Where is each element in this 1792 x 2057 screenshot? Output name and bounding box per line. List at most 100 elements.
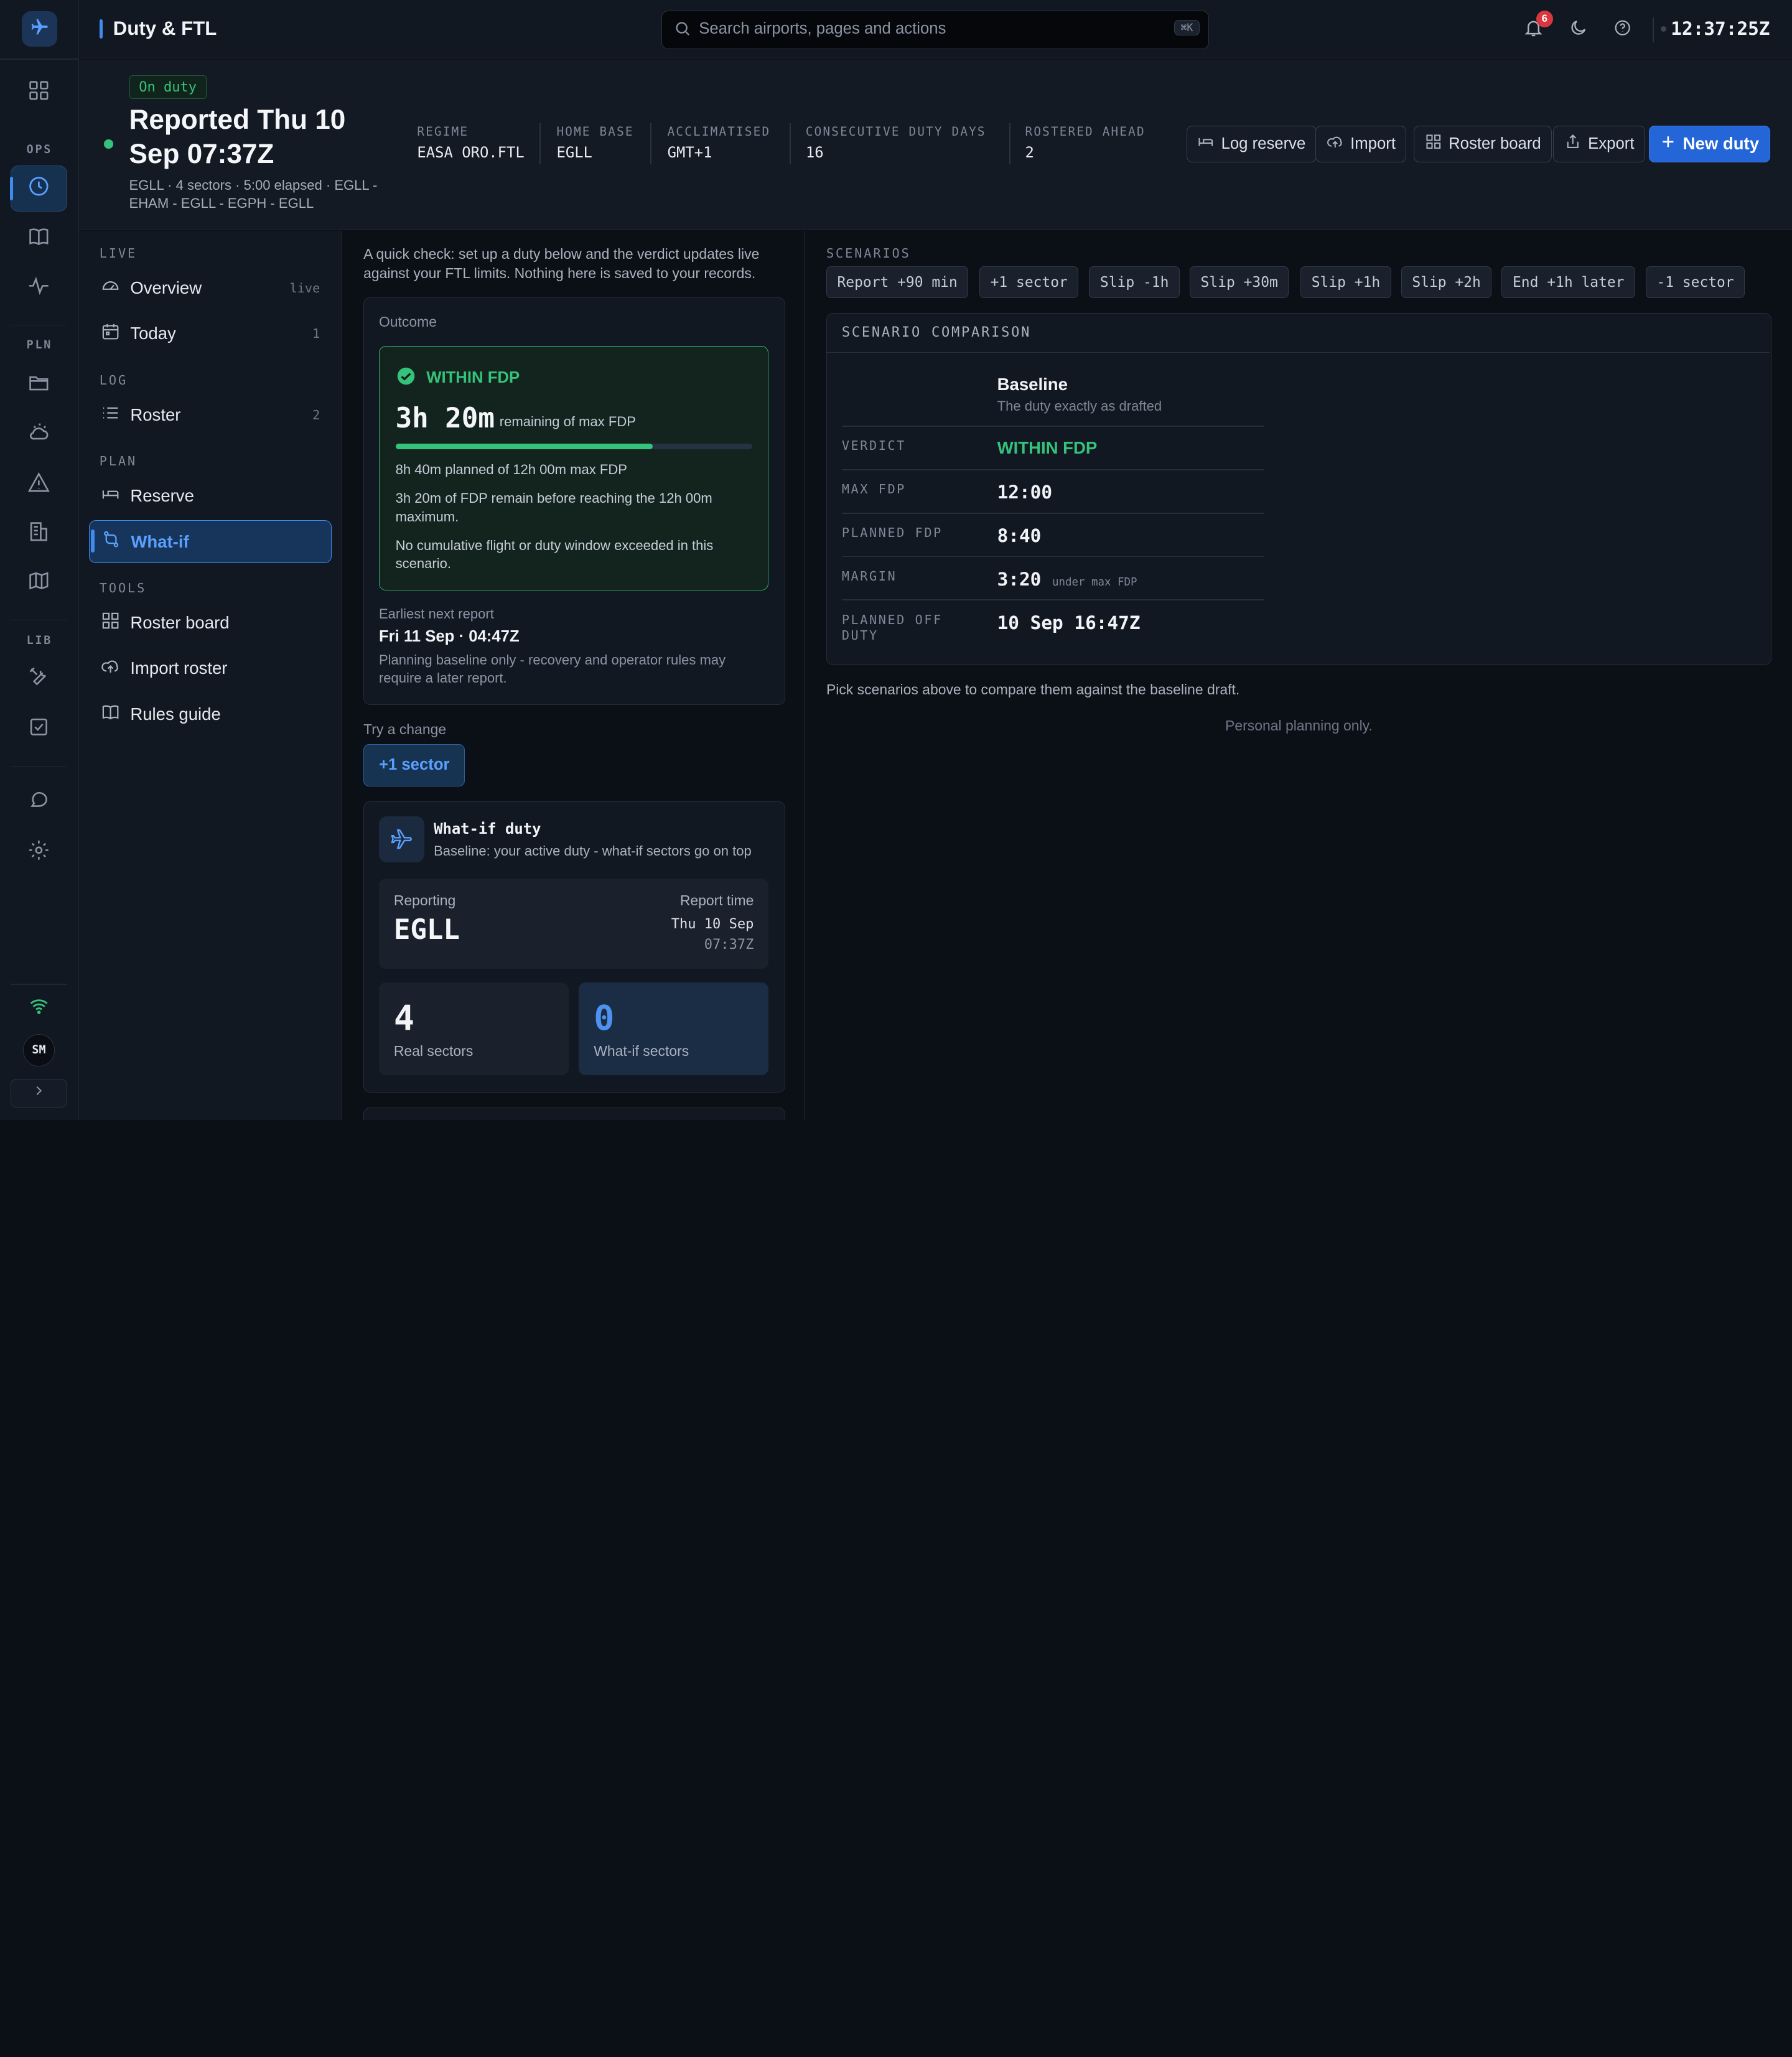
rail-tools[interactable]: [11, 656, 68, 701]
scenario-chip[interactable]: End +1h later: [1501, 266, 1636, 299]
stat-value: 2: [1025, 143, 1034, 161]
stat-home-base: HOME BASE EGLL: [556, 124, 633, 161]
map-icon: [27, 569, 50, 597]
scenario-chip[interactable]: Slip +30m: [1190, 266, 1289, 299]
duty-live-dot: [104, 139, 113, 149]
app-root: OPS PLN LIB SM Duty & FTL Search airport…: [0, 0, 1792, 1120]
rail-section-pln: PLN: [26, 338, 53, 352]
remaining-fdp: 3h 20m: [395, 402, 495, 434]
new-duty-label: New duty: [1682, 134, 1760, 154]
rail-files[interactable]: [11, 362, 68, 408]
fdp-progress-fill: [395, 443, 653, 449]
plane-icon: [30, 17, 49, 41]
rail-settings[interactable]: [11, 829, 68, 875]
help-icon: [1613, 19, 1631, 41]
sidebar-item-label: Overview: [130, 278, 202, 297]
sidebar-item-rules-guide[interactable]: Rules guide: [89, 693, 331, 736]
scenario-chip[interactable]: Slip -1h: [1089, 266, 1180, 299]
stat-label: CONSECUTIVE DUTY DAYS: [805, 124, 986, 139]
book-icon: [101, 702, 120, 726]
report-time-label: Report time: [679, 892, 754, 908]
app-logo[interactable]: [21, 11, 57, 47]
cloud-upload-icon: [101, 656, 120, 680]
page-title: Duty & FTL: [99, 17, 217, 40]
rail-operators[interactable]: [11, 511, 68, 556]
sidebar-item-roster[interactable]: Roster 2: [89, 393, 331, 437]
stat-acclimatised: ACCLIMATISED GMT+1: [668, 124, 771, 161]
sidebar-item-label: Today: [130, 324, 176, 343]
rail-weather[interactable]: [11, 411, 68, 457]
export-button[interactable]: Export: [1553, 126, 1645, 162]
try-change-label: Try a change: [363, 721, 447, 737]
search-box[interactable]: ⌘K: [661, 10, 1210, 49]
plus-icon: [1660, 134, 1676, 154]
sidebar-item-reserve[interactable]: Reserve: [89, 474, 331, 518]
row-label: VERDICT: [841, 438, 906, 454]
grid-icon: [101, 611, 120, 635]
rail-divider: [10, 324, 68, 326]
roster-board-button[interactable]: Roster board: [1414, 126, 1552, 162]
verdict-detail: No cumulative flight or duty window exce…: [395, 537, 714, 571]
stat-value: 16: [805, 143, 824, 161]
rail-checklists[interactable]: [11, 706, 68, 752]
row-label: PLANNED OFF DUTY: [841, 612, 943, 643]
real-sectors-count: 4: [393, 998, 414, 1038]
expand-sidebar-button[interactable]: [10, 1078, 68, 1108]
scenario-chip[interactable]: Report +90 min: [826, 266, 969, 299]
log-reserve-button[interactable]: Log reserve: [1186, 126, 1317, 162]
sidebar-item-today[interactable]: Today 1: [89, 312, 331, 355]
fdp-progress-bar: [395, 443, 752, 449]
sidebar-item-label: What-if: [131, 531, 189, 551]
moon-icon: [1569, 18, 1588, 42]
gear-icon: [27, 839, 50, 866]
help-button[interactable]: [1608, 15, 1638, 45]
sidebar-item-import-roster[interactable]: Import roster: [89, 647, 331, 691]
status-badge: On duty: [129, 75, 207, 100]
sidebar-item-what-if[interactable]: What-if: [89, 520, 332, 564]
scenario-chip[interactable]: Slip +2h: [1401, 266, 1492, 299]
stat-label: ACCLIMATISED: [667, 124, 771, 139]
add-sector-button[interactable]: +1 sector: [363, 744, 465, 786]
verdict-text: WITHIN FDP: [426, 369, 520, 387]
rail-chat[interactable]: [11, 780, 68, 825]
share-icon: [1564, 133, 1582, 155]
rail-divider: [0, 58, 79, 60]
icon-rail: OPS PLN LIB SM: [0, 0, 79, 1120]
rail-dashboard[interactable]: [11, 70, 68, 115]
next-report-note: Planning baseline only - recovery and op…: [378, 652, 726, 686]
stat-consecutive-duty-days: CONSECUTIVE DUTY DAYS 16: [806, 124, 986, 161]
import-label: Import: [1350, 134, 1396, 152]
tools-icon: [27, 665, 50, 693]
theme-toggle-button[interactable]: [1564, 15, 1594, 45]
scenario-chip[interactable]: -1 sector: [1645, 266, 1745, 299]
rail-logbook[interactable]: [11, 216, 68, 261]
import-button[interactable]: Import: [1315, 126, 1407, 162]
what-if-panel: A quick check: set up a duty below and t…: [343, 231, 805, 1120]
clock-dot: [1660, 26, 1666, 32]
planned-fdp-line: 8h 40m planned of 12h 00m max FDP: [395, 462, 627, 478]
row-label: MARGIN: [841, 568, 897, 584]
rail-alerts[interactable]: [11, 462, 68, 507]
stat-label: HOME BASE: [556, 124, 634, 139]
rail-map[interactable]: [11, 560, 68, 605]
top-bar: Duty & FTL ⌘K 6 12:37:25Z: [78, 0, 1792, 58]
what-if-sectors-stat: 0 What-if sectors: [579, 982, 769, 1075]
verdict-detail: 3h 20m of FDP remain before reaching the…: [395, 490, 712, 525]
rail-fatigue[interactable]: [11, 265, 68, 310]
scenario-chip[interactable]: Slip +1h: [1300, 266, 1391, 299]
sidebar-item-overview[interactable]: Overview live: [89, 266, 331, 310]
what-if-duty-subtitle: Baseline: your active duty - what-if sec…: [434, 842, 752, 859]
avatar[interactable]: SM: [22, 1034, 55, 1066]
report-time-date: Thu 10 Sep: [671, 916, 754, 932]
sidebar-section-live: LIVE: [99, 245, 138, 261]
list-icon: [101, 403, 120, 427]
sidebar-item-roster-board[interactable]: Roster board: [89, 601, 331, 645]
rail-duty-ftl[interactable]: [9, 166, 68, 212]
grid-icon: [1425, 133, 1442, 155]
what-if-intro: A quick check: set up a duty below and t…: [363, 246, 760, 282]
scenario-chip[interactable]: +1 sector: [979, 266, 1079, 299]
search-input[interactable]: [699, 11, 1156, 48]
chat-icon: [27, 789, 50, 816]
warning-icon: [27, 471, 50, 498]
new-duty-button[interactable]: New duty: [1649, 126, 1770, 162]
